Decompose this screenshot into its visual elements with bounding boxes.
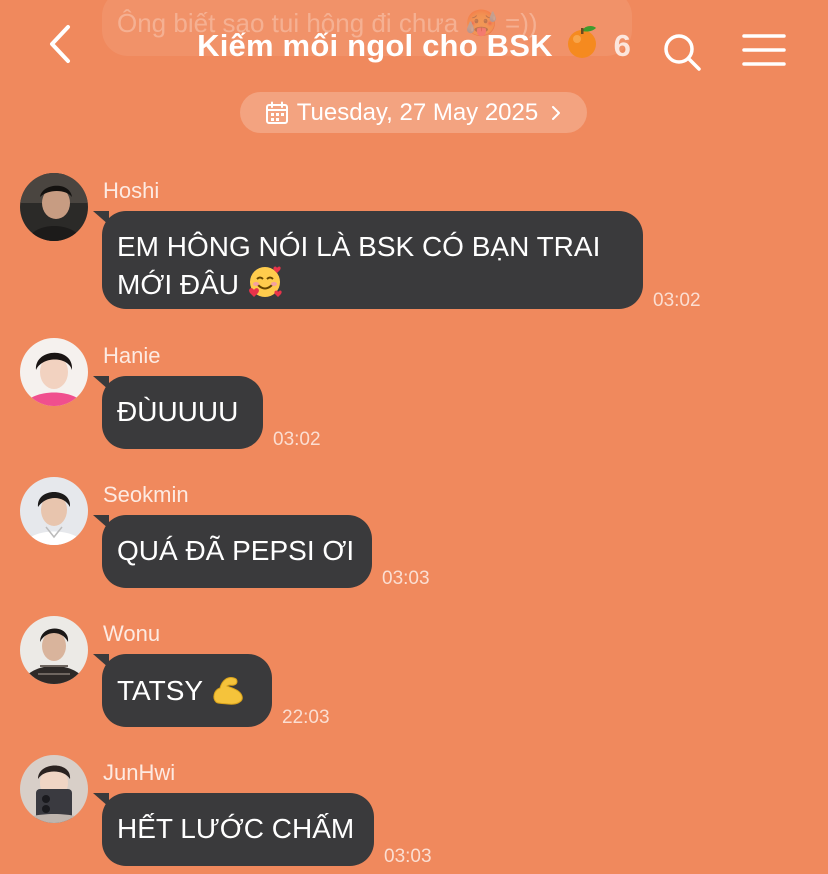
- menu-icon: [742, 34, 786, 66]
- message-text: MỚI ĐÂU: [117, 269, 240, 300]
- date-separator[interactable]: Tuesday, 27 May 2025: [240, 92, 587, 133]
- message-time: 22:03: [282, 707, 330, 728]
- sender-name: JunHwi: [103, 760, 176, 785]
- message-bubble[interactable]: QUÁ ĐÃ PEPSI ƠI: [102, 515, 372, 588]
- flexed-biceps-icon: [210, 672, 246, 714]
- message-bubble[interactable]: TATSY: [102, 654, 272, 727]
- message-text: HẾT LƯỚC CHẤM: [117, 813, 355, 844]
- chat-screen: Ông biết sao tui hông đi chưa 🥵 =)) Kiếm…: [0, 0, 828, 874]
- sender-name: Wonu: [103, 621, 161, 646]
- avatar[interactable]: [20, 755, 88, 823]
- sender-name: Seokmin: [103, 482, 189, 507]
- search-button[interactable]: [660, 30, 704, 74]
- avatar[interactable]: [20, 616, 88, 684]
- chat-title: Kiếm mối ngol cho BSK: [197, 28, 553, 63]
- search-icon: [664, 34, 701, 71]
- member-count: 6: [613, 28, 631, 63]
- menu-button[interactable]: [740, 30, 788, 70]
- calendar-icon: [265, 101, 288, 124]
- chat-header: Kiếm mối ngol cho BSK 6: [0, 0, 828, 90]
- avatar[interactable]: [20, 477, 88, 545]
- message-time: 03:02: [653, 290, 701, 311]
- message-bubble[interactable]: HẾT LƯỚC CHẤM: [102, 793, 374, 866]
- avatar[interactable]: [20, 173, 88, 241]
- message-time: 03:03: [384, 846, 432, 867]
- chevron-right-icon: [552, 105, 561, 120]
- back-button[interactable]: [38, 22, 82, 66]
- sender-name: Hanie: [103, 343, 161, 368]
- message-time: 03:02: [273, 429, 321, 450]
- avatar[interactable]: [20, 338, 88, 406]
- date-label: Tuesday, 27 May 2025: [296, 98, 539, 126]
- message-text: ĐÙUUUU: [117, 396, 239, 427]
- chevron-left-icon: [50, 25, 70, 63]
- sender-name: Hoshi: [103, 178, 160, 203]
- smiling-face-with-hearts-icon: [247, 264, 283, 308]
- message-bubble[interactable]: ĐÙUUUU: [102, 376, 263, 449]
- message-time: 03:03: [382, 568, 430, 589]
- message-text: TATSY: [117, 675, 203, 706]
- orange-fruit-icon: [565, 24, 599, 65]
- message-bubble[interactable]: EM HÔNG NÓI LÀ BSK CÓ BẠN TRAI MỚI ĐÂU: [102, 211, 643, 309]
- message-text: QUÁ ĐÃ PEPSI ƠI: [117, 535, 355, 566]
- message-text: EM HÔNG NÓI LÀ BSK CÓ BẠN TRAI: [117, 231, 601, 262]
